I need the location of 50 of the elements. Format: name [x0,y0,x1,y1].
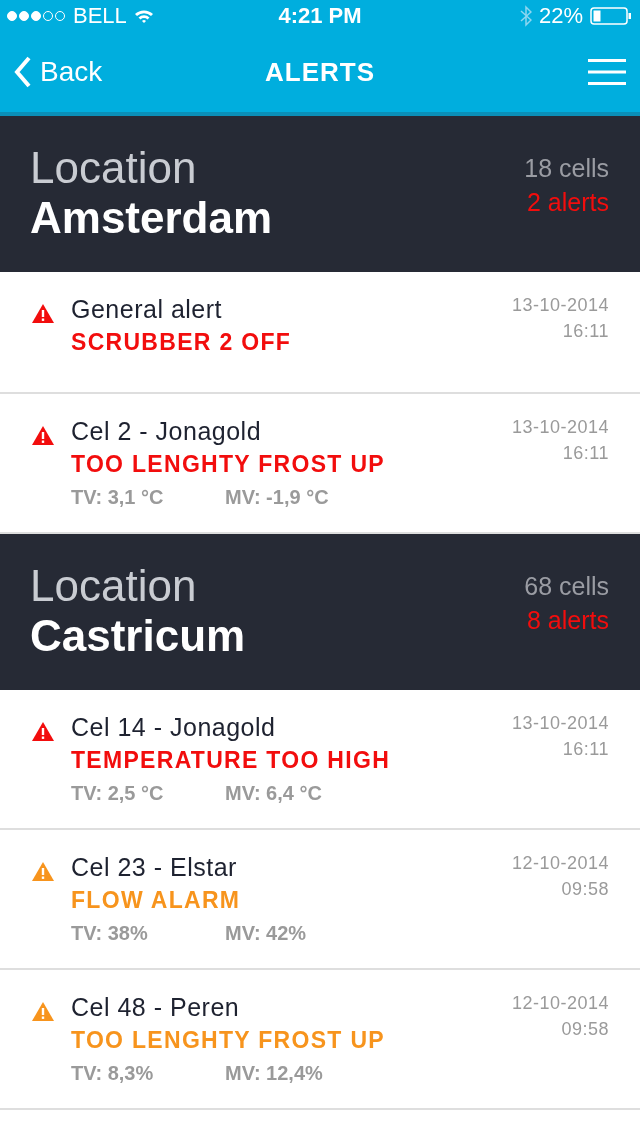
location-label: Location [30,562,198,610]
location-name: Amsterdam [30,192,273,244]
alert-row[interactable]: Cel 48 - Peren TOO LENGHTY FROST UP TV: 8,3% MV: 12,4% 12-10-2014 09:58 [0,970,640,1110]
location-name: Castricum [30,610,246,662]
wifi-icon [133,8,154,24]
alert-row[interactable]: General alert SCRUBBER 2 OFF 13-10-2014 16:11 [0,272,640,394]
carrier-name: BELL [73,3,127,29]
alert-message: TEMPERATURE TOO HIGH [71,746,392,775]
alert-count: 8 alerts [527,605,609,636]
alert-title: Cel 2 - Jonagold [71,416,263,447]
battery-icon [590,7,632,25]
measured-value: MV: -1,9 °C [225,485,329,510]
target-value: TV: 3,1 °C [71,485,165,510]
alert-row[interactable]: Cel 23 - Elstar FLOW ALARM TV: 38% MV: 42% 12-10-2014 09:58 [0,830,640,970]
alert-date: 13-10-2014 [511,294,609,317]
alert-date: 12-10-2014 [511,852,609,875]
alert-message: TOO LENGHTY FROST UP [71,1026,386,1055]
alert-date: 12-10-2014 [511,992,609,1015]
battery-percent: 22% [538,3,583,29]
alert-date: 13-10-2014 [511,712,609,735]
alert-time: 16:11 [562,738,609,761]
alert-title: Cel 48 - Peren [71,992,241,1023]
cell-count: 18 cells [524,153,609,184]
alert-count: 2 alerts [527,187,609,218]
target-value: TV: 38% [71,921,149,946]
status-time: 4:21 PM [278,3,362,29]
measured-value: MV: 42% [225,921,307,946]
alert-message: SCRUBBER 2 OFF [71,328,293,357]
cell-count: 68 cells [524,571,609,602]
measured-value: MV: 6,4 °C [225,781,322,806]
alert-title: Cel 14 - Jonagold [71,712,277,743]
alert-time: 16:11 [562,320,609,343]
alert-time: 09:58 [561,1018,609,1041]
alert-time: 09:58 [561,878,609,901]
location-label: Location [30,144,198,192]
target-value: TV: 2,5 °C [71,781,165,806]
chevron-left-icon [14,55,32,89]
alert-title: General alert [71,294,224,325]
alert-title: Cel 23 - Elstar [71,852,238,883]
menu-icon[interactable] [588,58,626,86]
alert-date: 13-10-2014 [511,416,609,439]
measured-value: MV: 12,4% [225,1061,323,1086]
target-value: TV: 8,3% [71,1061,155,1086]
alert-time: 16:11 [562,442,609,465]
alert-message: TOO LENGHTY FROST UP [71,450,386,479]
signal-icon [6,10,66,22]
page-title: ALERTS [265,56,375,88]
bluetooth-icon [519,5,532,27]
alert-message: FLOW ALARM [71,886,242,915]
alert-row[interactable]: Cel 14 - Jonagold TEMPERATURE TOO HIGH TV: 2,5 °C MV: 6,4 °C 13-10-2014 16:11 [0,690,640,830]
